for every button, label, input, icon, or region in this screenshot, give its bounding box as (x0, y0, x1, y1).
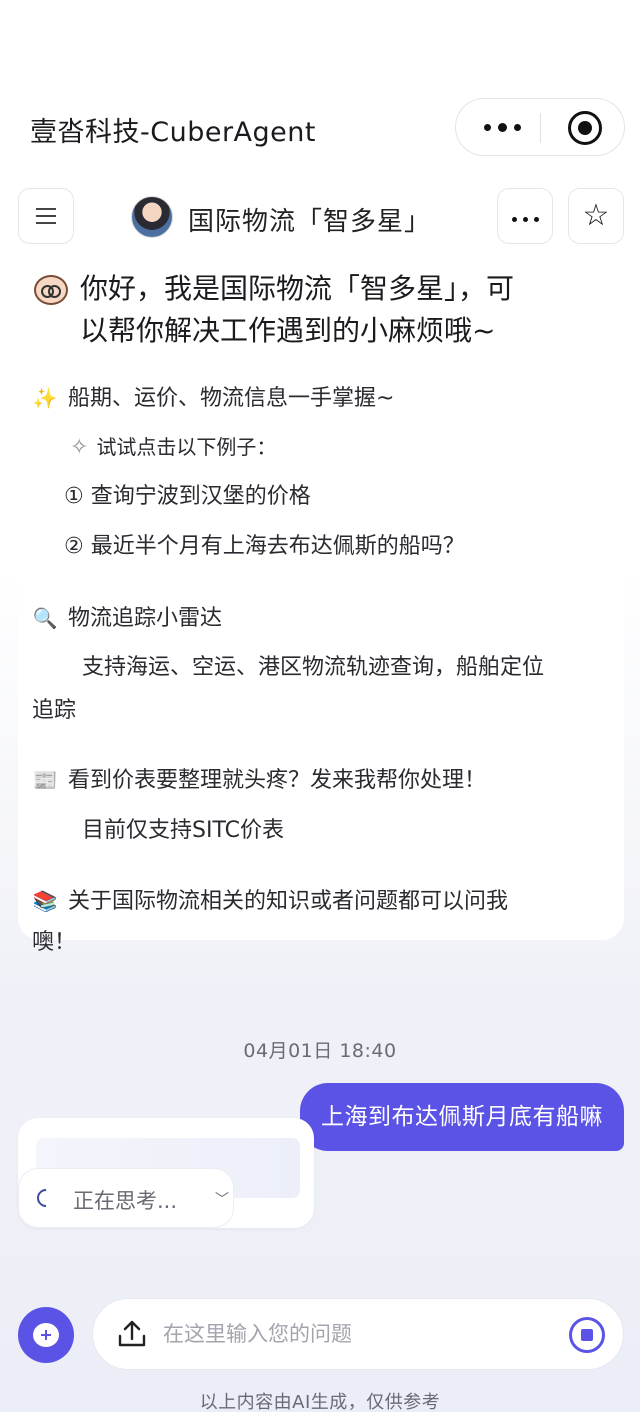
section-pricelist: 📰 看到价表要整理就头疼？发来我帮你处理！ (32, 765, 486, 796)
agent-name: 国际物流「智多星」 (188, 207, 432, 237)
menu-icon (36, 208, 56, 224)
section-schedule: ✨ 船期、运价、物流信息一手掌握~ (32, 383, 395, 414)
star-icon: ☆ (582, 198, 610, 233)
new-chat-icon (33, 1323, 59, 1347)
welcome-card: 你好，我是国际物流「智多星」，可 以帮你解决工作遇到的小麻烦哦~ ✨ 船期、运价、… (18, 250, 624, 955)
examples-hint-text: 试试点击以下例子： (96, 435, 277, 459)
magnifier-icon: 🔍 (32, 606, 58, 630)
section-tracking-title: 物流追踪小雷达 (68, 606, 223, 631)
thinking-label: 正在思考... (73, 1189, 178, 1213)
section-tracking: 🔍 物流追踪小雷达 (32, 603, 222, 634)
section-pricelist-desc: 目前仅支持SITC价表 (82, 818, 284, 843)
upload-icon[interactable] (115, 1317, 149, 1351)
example-2[interactable]: ② 最近半个月有上海去布达佩斯的船吗？ (64, 532, 465, 562)
agent-header: 国际物流「智多星」 ☆ (0, 188, 640, 250)
mini-program-topbar: 壹沓科技-CuberAgent (0, 0, 640, 175)
ai-disclaimer: 以上内容由AI生成，仅供参考 (199, 1392, 441, 1412)
section-tracking-desc-1: 支持海运、空运、港区物流轨迹查询，船舶定位 (82, 655, 545, 680)
section-schedule-title: 船期、运价、物流信息一手掌握~ (68, 386, 395, 411)
stop-button[interactable] (569, 1317, 605, 1353)
greeting-line-1: 你好，我是国际物流「智多星」，可 (80, 272, 515, 305)
mini-program-capsule (455, 98, 625, 156)
section-knowledge-line-1: 关于国际物流相关的知识或者问题都可以问我 (68, 889, 509, 914)
app-title: 壹沓科技-CuberAgent (30, 117, 316, 148)
ledger-icon: 📰 (32, 768, 58, 792)
sparkles-icon: ✨ (32, 386, 58, 410)
more-dots-icon[interactable] (480, 113, 540, 141)
chevron-down-icon: ﹀ (215, 1192, 229, 1208)
message-timestamp: 04月01日 18:40 (243, 1040, 397, 1062)
capsule-divider (540, 113, 541, 143)
greeting-line-2: 以帮你解决工作遇到的小麻烦哦~ (80, 314, 496, 347)
target-icon[interactable] (568, 111, 602, 145)
stop-icon (581, 1329, 593, 1341)
new-chat-button[interactable] (18, 1307, 74, 1363)
examples-hint: ✧ 试试点击以下例子： (70, 432, 276, 463)
thinking-toggle[interactable]: 正在思考... ﹀ (18, 1168, 234, 1228)
section-tracking-desc-2: 追踪 (32, 698, 77, 723)
section-knowledge: 📚 关于国际物流相关的知识或者问题都可以问我 (32, 886, 508, 917)
nerd-face-icon (34, 275, 68, 305)
section-pricelist-title: 看到价表要整理就头疼？发来我帮你处理！ (68, 768, 487, 793)
books-icon: 📚 (32, 889, 58, 913)
composer-bar (92, 1298, 624, 1370)
agent-avatar (131, 196, 173, 238)
more-button[interactable] (497, 188, 553, 244)
section-knowledge-line-2: 噢！ (32, 930, 77, 955)
favorite-button[interactable]: ☆ (568, 188, 624, 244)
example-1[interactable]: ① 查询宁波到汉堡的价格 (64, 482, 311, 512)
user-message-bubble: 上海到布达佩斯月底有船嘛 (300, 1083, 624, 1151)
spinner-icon (33, 1185, 59, 1211)
question-input[interactable] (163, 1317, 543, 1351)
sparkle-icon: ✧ (70, 435, 89, 460)
ellipsis-icon (509, 207, 542, 226)
menu-button[interactable] (18, 188, 74, 244)
